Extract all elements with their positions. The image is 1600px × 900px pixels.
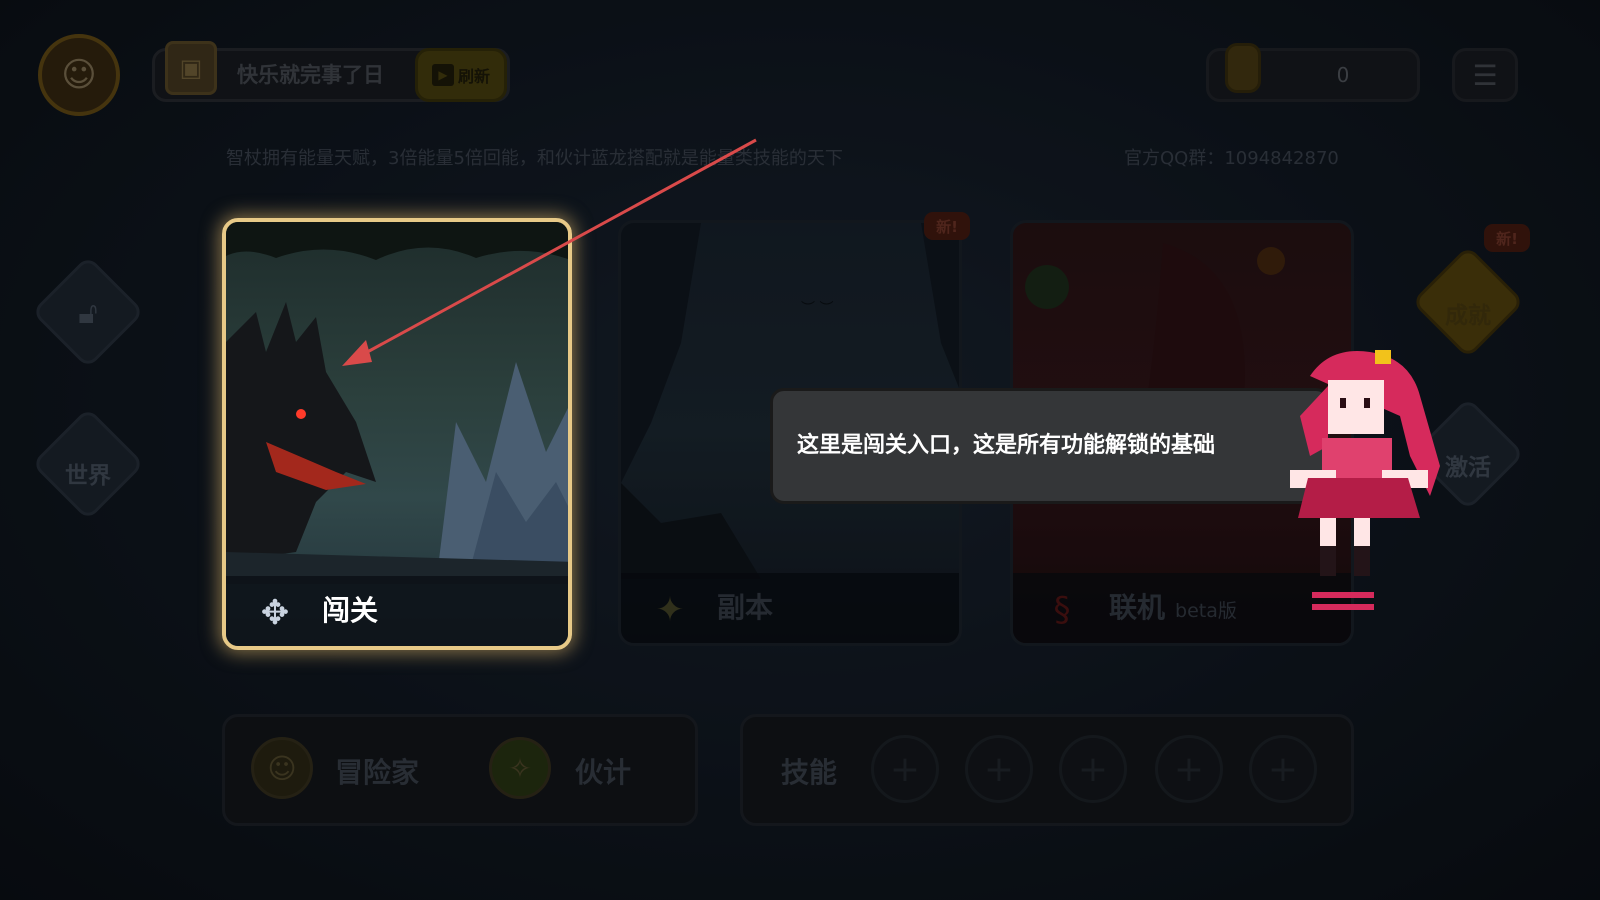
achievement-new-badge: 新!: [1484, 224, 1530, 252]
daily-task-bar[interactable]: ▣ 快乐就完事了日 ▶ 刷新: [152, 41, 510, 102]
card-footer: ✥ 闯关: [226, 576, 568, 646]
card-label: 闯关: [322, 594, 379, 627]
skill-slot-3[interactable]: +: [1059, 735, 1127, 803]
beta-tag: beta版: [1175, 600, 1237, 622]
skill-slot-4[interactable]: +: [1155, 735, 1223, 803]
card-title: 联机: [1109, 591, 1166, 624]
skill-slot-2[interactable]: +: [965, 735, 1033, 803]
card-footer: ✦ 副本: [621, 573, 959, 643]
skills-panel: 技能 + + + + +: [740, 714, 1354, 826]
world-label: 世界: [65, 463, 111, 489]
dragon-illustration: [226, 222, 568, 584]
adventurer-label[interactable]: 冒险家: [335, 751, 419, 791]
partner-avatar-icon[interactable]: ✧: [489, 737, 551, 799]
avatar-icon: ☺: [61, 55, 97, 95]
card-label: 副本: [717, 591, 774, 624]
team-panel: ☺ 冒险家 ✧ 伙计: [222, 714, 698, 826]
coin-icon: [1225, 43, 1261, 93]
play-icon: ▶: [431, 64, 454, 86]
lock-icon: 🔓︎: [78, 296, 98, 331]
guide-character: [1290, 350, 1440, 610]
hint-text: 智杖拥有能量天赋，3倍能量5倍回能，和伙计蓝龙搭配就是能量类技能的天下: [226, 148, 843, 169]
coin-value: 0: [1336, 63, 1350, 87]
partner-label[interactable]: 伙计: [575, 751, 631, 791]
qq-group-text: 官方QQ群：1094842870: [1124, 148, 1339, 169]
card-chuangguan[interactable]: ✥ 闯关: [222, 218, 572, 650]
svg-text:︶ ︶: ︶ ︶: [801, 301, 833, 317]
fuben-new-badge: 新!: [924, 212, 970, 240]
red-swirl-icon: §: [1053, 590, 1071, 630]
phoenix-icon: ✦: [655, 590, 685, 630]
task-text: 快乐就完事了日: [237, 63, 384, 87]
task-chest-icon: ▣: [165, 41, 217, 95]
achievement-label: 成就: [1445, 303, 1491, 329]
coin-counter: 0: [1206, 43, 1420, 102]
adventurer-avatar-icon[interactable]: ☺: [251, 737, 313, 799]
hamburger-icon: ☰: [1472, 58, 1498, 92]
tutorial-tooltip[interactable]: 这里是闯关入口，这是所有功能解锁的基础: [770, 388, 1330, 504]
tutorial-message: 这里是闯关入口，这是所有功能解锁的基础: [797, 433, 1216, 458]
skills-label: 技能: [781, 756, 838, 789]
refresh-button[interactable]: ▶ 刷新: [415, 48, 507, 102]
menu-button[interactable]: ☰: [1452, 48, 1518, 102]
winged-sword-icon: ✥: [260, 593, 290, 633]
player-avatar-button[interactable]: ☺: [38, 34, 120, 116]
skill-slot-5[interactable]: +: [1249, 735, 1317, 803]
refresh-label: 刷新: [457, 67, 490, 86]
skill-slot-1[interactable]: +: [871, 735, 939, 803]
card-label: 联机 beta版: [1109, 573, 1237, 643]
